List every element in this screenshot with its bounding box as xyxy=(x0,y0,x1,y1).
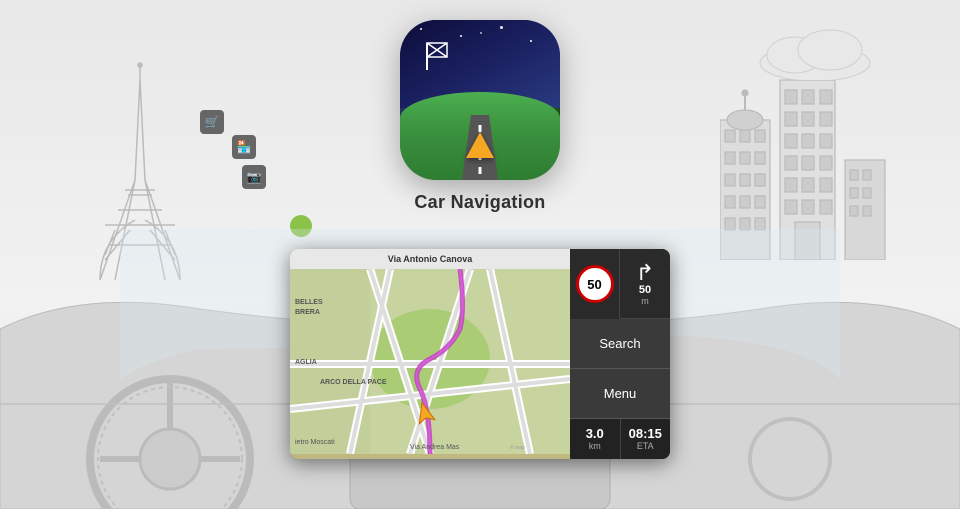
poi-shopping-icon: 🛒 xyxy=(200,110,224,134)
direction-panel: ↱ 50 m xyxy=(620,249,670,318)
speed-limit-value: 50 xyxy=(587,277,601,292)
svg-text:© map: © map xyxy=(510,444,525,451)
svg-text:Via Andrea Mas: Via Andrea Mas xyxy=(410,444,460,451)
svg-text:ietro Moscati: ietro Moscati xyxy=(295,439,335,446)
app-icon-container: Car Navigation xyxy=(400,20,560,213)
eta-label: ETA xyxy=(637,441,654,451)
svg-text:BELLES: BELLES xyxy=(295,299,323,306)
speed-limit-panel: 50 xyxy=(570,249,620,319)
poi-camera-icon: 📷 xyxy=(242,165,266,189)
eta-value: 08:15 xyxy=(629,427,662,441)
nav-map: Via Antonio Canova xyxy=(290,249,570,459)
search-button[interactable]: Search xyxy=(570,319,670,369)
poi-store-icon: 🏪 xyxy=(232,135,256,159)
street-name: Via Antonio Canova xyxy=(388,254,473,264)
direction-unit: m xyxy=(641,296,649,306)
eta-stat: 08:15 ETA xyxy=(621,419,671,459)
navigation-screen: Via Antonio Canova xyxy=(290,249,670,459)
distance-label: km xyxy=(589,441,601,451)
cloud-1 xyxy=(755,25,875,85)
svg-text:ARCO DELLA PACE: ARCO DELLA PACE xyxy=(320,379,387,386)
street-name-bar: Via Antonio Canova xyxy=(290,249,570,269)
distance-value: 3.0 xyxy=(586,427,604,441)
nav-top-panel: 50 ↱ 50 m xyxy=(570,249,670,319)
distance-stat: 3.0 km xyxy=(570,419,621,459)
svg-text:BRERA: BRERA xyxy=(295,309,320,316)
menu-button[interactable]: Menu xyxy=(570,369,670,419)
direction-icon: ↱ xyxy=(636,262,654,284)
nav-sidebar: 50 ↱ 50 m Search Menu 3.0 xyxy=(570,249,670,459)
svg-text:AGLIA: AGLIA xyxy=(295,359,317,366)
nav-stats-bar: 3.0 km 08:15 ETA xyxy=(570,419,670,459)
app-icon xyxy=(400,20,560,180)
main-scene: 🛒 🏪 📷 xyxy=(0,0,960,509)
direction-distance: 50 xyxy=(639,284,651,296)
speed-circle: 50 xyxy=(576,265,614,303)
app-title: Car Navigation xyxy=(400,192,560,213)
